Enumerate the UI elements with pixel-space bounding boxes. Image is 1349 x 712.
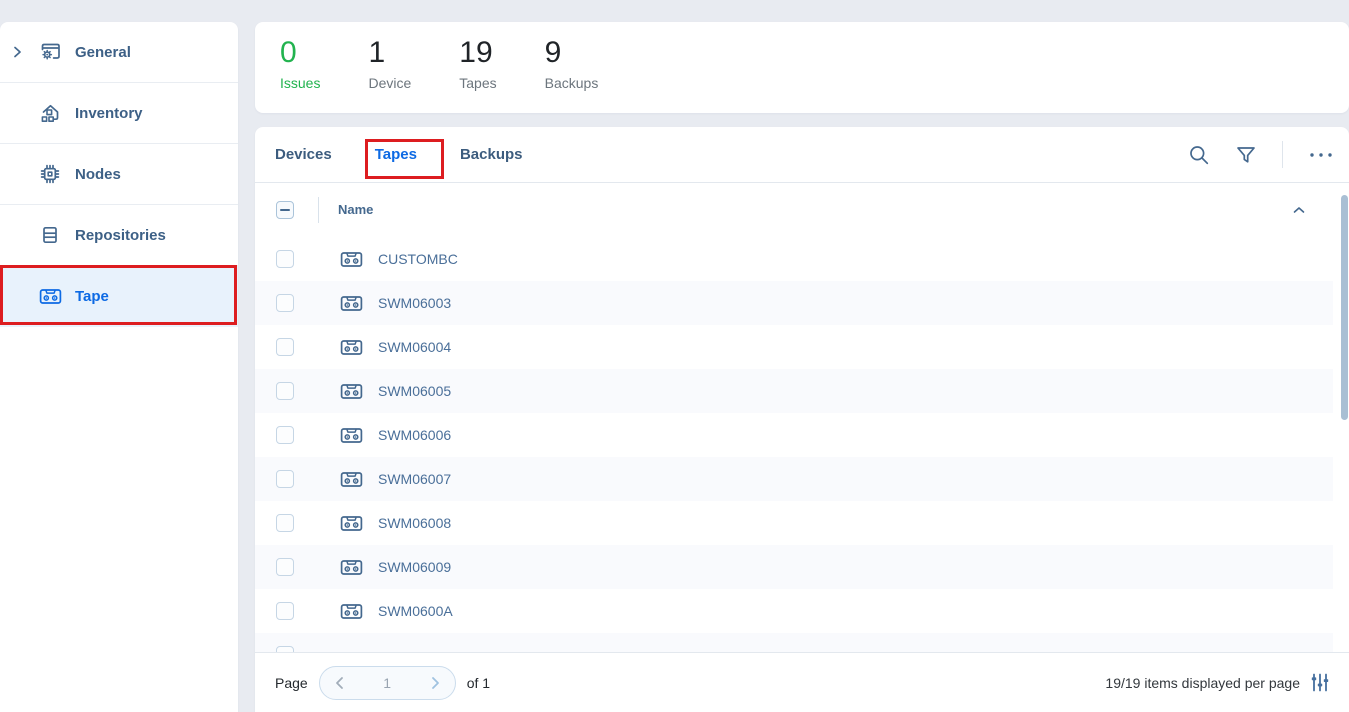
pagination-footer: Page 1 of 1 19/19 items displayed per pa…: [255, 652, 1349, 712]
table-row[interactable]: SWM0600A: [255, 589, 1333, 633]
table-row[interactable]: SWM06003: [255, 281, 1333, 325]
table-header: Name: [255, 183, 1349, 237]
sidebar-item[interactable]: Inventory: [0, 83, 238, 144]
tape-name[interactable]: SWM0600A: [378, 589, 453, 633]
sidebar-item[interactable]: Repositories: [0, 205, 238, 266]
table-row[interactable]: SWM06004: [255, 325, 1333, 369]
page-next-icon[interactable]: [431, 676, 440, 690]
tape-cassette-icon: [340, 426, 363, 445]
row-checkbox[interactable]: [276, 558, 294, 576]
tape-cassette-icon: [340, 514, 363, 533]
stat-label: Backups: [545, 75, 599, 91]
table-row[interactable]: SWM06007: [255, 457, 1333, 501]
tape-name[interactable]: SWM06004: [378, 325, 451, 369]
sidebar: General Inventory Nodes: [0, 22, 238, 712]
vertical-scrollbar-thumb[interactable]: [1341, 195, 1348, 420]
stat-label: Device: [368, 75, 411, 91]
row-checkbox[interactable]: [276, 294, 294, 312]
table-row[interactable]: [255, 633, 1333, 652]
tape-name[interactable]: SWM06007: [378, 457, 451, 501]
tape-name[interactable]: SWM06006: [378, 413, 451, 457]
stat-item: 1 Device: [368, 36, 411, 113]
stat-item: 9 Backups: [545, 36, 599, 113]
stat-label: Issues: [280, 75, 320, 91]
row-checkbox[interactable]: [276, 338, 294, 356]
more-options-icon[interactable]: [1309, 152, 1333, 158]
page-prev-icon[interactable]: [335, 676, 344, 690]
tape-cassette-icon: [340, 558, 363, 577]
tab[interactable]: Devices: [275, 146, 332, 163]
sidebar-item[interactable]: Tape: [0, 266, 238, 327]
chevron-right-icon[interactable]: [13, 46, 22, 58]
table-row[interactable]: CUSTOMBC: [255, 237, 1333, 281]
main-panel: Devices Tapes Backups Name: [255, 127, 1349, 712]
tape-cassette-icon: [340, 382, 363, 401]
sidebar-item-label: Tape: [75, 288, 109, 305]
tape-cassette-icon: [340, 294, 363, 313]
items-summary: 19/19 items displayed per page: [1105, 675, 1300, 691]
toolbar: [1188, 141, 1333, 168]
row-checkbox[interactable]: [276, 250, 294, 268]
row-checkbox[interactable]: [276, 426, 294, 444]
stat-value: 0: [280, 36, 320, 70]
column-divider: [318, 197, 319, 223]
tape-cassette-icon: [340, 250, 363, 269]
select-all-checkbox[interactable]: [276, 201, 294, 219]
sidebar-item[interactable]: Nodes: [0, 144, 238, 205]
page-number[interactable]: 1: [383, 675, 391, 691]
sidebar-item-icon: [38, 42, 62, 62]
page-control: 1: [319, 666, 456, 700]
search-icon[interactable]: [1188, 144, 1210, 166]
row-checkbox[interactable]: [276, 602, 294, 620]
sidebar-item-icon: [38, 164, 62, 184]
tape-name[interactable]: SWM06005: [378, 369, 451, 413]
tape-name[interactable]: SWM06003: [378, 281, 451, 325]
tab-bar: Devices Tapes Backups: [255, 127, 1349, 183]
tape-name[interactable]: CUSTOMBC: [378, 237, 458, 281]
page-total-label: of 1: [467, 675, 490, 691]
summary-stats-card: 0 Issues 1 Device 19 Tapes 9 Backups: [255, 22, 1349, 113]
sidebar-item-icon: [38, 287, 62, 306]
table-body: CUSTOMBC SWM06003 SWM06004: [255, 237, 1333, 652]
sidebar-item-icon: [38, 225, 62, 245]
tape-cassette-icon: [340, 338, 363, 357]
table-row[interactable]: SWM06008: [255, 501, 1333, 545]
stat-label: Tapes: [459, 75, 496, 91]
tape-cassette-icon: [340, 470, 363, 489]
stat-item: 0 Issues: [280, 36, 320, 113]
stat-value: 9: [545, 36, 599, 70]
row-checkbox[interactable]: [276, 514, 294, 532]
table-row[interactable]: SWM06005: [255, 369, 1333, 413]
sidebar-item[interactable]: General: [0, 22, 238, 83]
table-row[interactable]: SWM06009: [255, 545, 1333, 589]
tab[interactable]: Backups: [460, 146, 523, 163]
page-label: Page: [275, 675, 308, 691]
row-checkbox[interactable]: [276, 382, 294, 400]
sort-asc-icon[interactable]: [1293, 206, 1305, 214]
stat-item: 19 Tapes: [459, 36, 496, 113]
toolbar-divider: [1282, 141, 1283, 168]
sidebar-item-label: Repositories: [75, 227, 166, 244]
tab[interactable]: Tapes: [375, 146, 417, 163]
filter-icon[interactable]: [1236, 146, 1256, 164]
sidebar-item-icon: [38, 103, 62, 123]
column-header-name[interactable]: Name: [338, 183, 373, 237]
stat-value: 1: [368, 36, 411, 70]
stat-value: 19: [459, 36, 496, 70]
row-checkbox[interactable]: [276, 470, 294, 488]
tape-name[interactable]: SWM06009: [378, 545, 451, 589]
tape-name[interactable]: SWM06008: [378, 501, 451, 545]
items-per-page-icon[interactable]: [1310, 673, 1330, 692]
tape-cassette-icon: [340, 602, 363, 621]
sidebar-item-label: Nodes: [75, 166, 121, 183]
table-row[interactable]: SWM06006: [255, 413, 1333, 457]
sidebar-item-label: Inventory: [75, 105, 143, 122]
sidebar-item-label: General: [75, 44, 131, 61]
